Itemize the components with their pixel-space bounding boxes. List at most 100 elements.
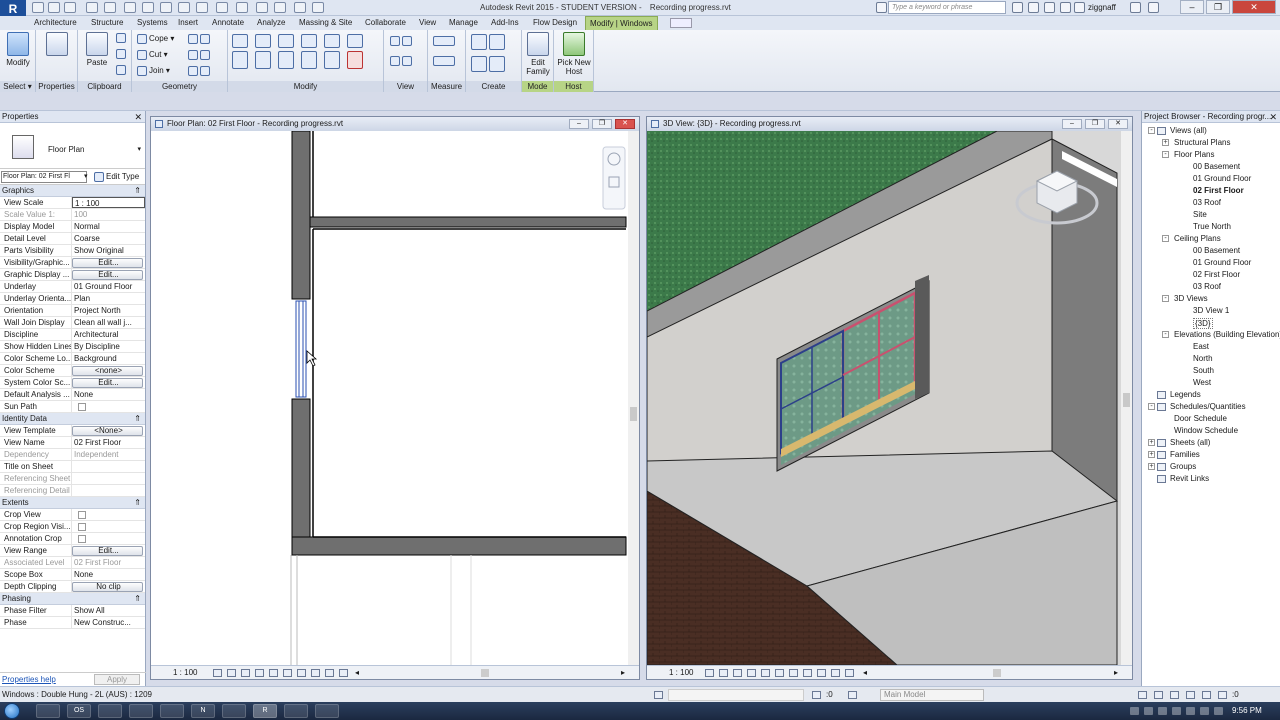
browser-item[interactable]: 03 Roof <box>1193 198 1221 207</box>
highlight-icon[interactable] <box>845 669 854 677</box>
collapse-icon[interactable]: - <box>1162 331 1169 338</box>
select-pinned-icon[interactable] <box>1170 691 1179 699</box>
pick-new-host-button[interactable]: Pick New Host <box>557 32 591 76</box>
browser-item[interactable]: 01 Ground Floor <box>1193 174 1251 183</box>
instance-selector[interactable]: Floor Plan: 02 First Fl <box>1 171 87 183</box>
property-value[interactable]: None <box>72 389 145 400</box>
navigation-bar[interactable] <box>602 146 626 210</box>
measure-distance-icon[interactable] <box>433 36 457 46</box>
delete-icon[interactable] <box>347 51 363 69</box>
property-value[interactable]: None <box>72 569 145 580</box>
tray-wifi-icon[interactable] <box>1186 707 1195 715</box>
collapse-icon[interactable]: - <box>1148 403 1155 410</box>
property-value[interactable] <box>72 521 145 532</box>
browser-item[interactable]: Schedules/Quantities <box>1170 402 1246 411</box>
restore-button[interactable]: ❐ <box>1206 0 1230 14</box>
copy-element-icon[interactable] <box>255 51 271 69</box>
chrome-icon[interactable] <box>129 704 153 718</box>
analytical-model-icon[interactable] <box>325 669 334 677</box>
workset-dropdown[interactable] <box>668 689 804 701</box>
collapse-icon[interactable]: ⇑ <box>134 413 141 425</box>
property-edit-button[interactable]: Edit... <box>72 378 143 388</box>
property-edit-button[interactable]: No clip <box>72 582 143 592</box>
rotate-icon[interactable] <box>278 51 294 69</box>
edit-type-button[interactable]: Edit Type <box>94 172 139 182</box>
pdf-icon[interactable] <box>315 704 339 718</box>
cut-icon[interactable] <box>116 33 128 43</box>
tab-insert[interactable]: Insert <box>174 16 202 30</box>
property-value[interactable]: New Construc... <box>72 617 145 628</box>
properties-section-header[interactable]: Extents ⇑ <box>0 497 145 509</box>
cut-geometry-button[interactable]: Cut ▾ <box>137 50 168 60</box>
3d-view-window[interactable]: 3D View: {3D} - Recording progress.rvt –… <box>646 116 1133 680</box>
cope-button[interactable]: Cope ▾ <box>137 34 174 44</box>
close-hidden-icon[interactable] <box>274 2 286 13</box>
browser-icon[interactable] <box>160 704 184 718</box>
files-icon[interactable] <box>284 704 308 718</box>
minimize-button[interactable]: – <box>1180 0 1204 14</box>
property-value[interactable] <box>72 401 145 412</box>
browser-item[interactable]: 02 First Floor <box>1193 270 1240 279</box>
shadows-icon[interactable] <box>747 669 756 677</box>
property-value[interactable]: 1 : 100 <box>72 197 145 208</box>
browser-item[interactable]: Revit Links <box>1170 474 1209 483</box>
tab-options-icon[interactable] <box>670 18 692 28</box>
browser-item[interactable]: Groups <box>1170 462 1196 471</box>
tab-architecture[interactable]: Architecture <box>30 16 81 30</box>
browser-item[interactable]: {3D} <box>1193 318 1213 329</box>
horizontal-scroll-thumb[interactable] <box>481 669 489 677</box>
properties-section-header[interactable]: Phasing ⇑ <box>0 593 145 605</box>
open-icon[interactable] <box>32 2 44 13</box>
hide-icon[interactable] <box>390 36 414 46</box>
shadows-icon[interactable] <box>255 669 264 677</box>
sync-icon[interactable] <box>64 2 76 13</box>
floor-plan-window[interactable]: Floor Plan: 02 First Floor - Recording p… <box>150 116 640 680</box>
3d-view-scale[interactable]: 1 : 100 <box>669 668 693 677</box>
minimize-view-button[interactable]: – <box>569 119 589 129</box>
explorer-icon[interactable] <box>36 704 60 718</box>
sun-path-icon[interactable] <box>241 669 250 677</box>
browser-item[interactable]: Site <box>1193 210 1207 219</box>
pin-icon[interactable] <box>347 34 363 48</box>
3d-view-canvas[interactable] <box>647 131 1132 665</box>
outlook-icon[interactable]: OS <box>67 704 91 718</box>
property-edit-button[interactable]: Edit... <box>72 546 143 556</box>
browser-item[interactable]: West <box>1193 378 1211 387</box>
checkbox[interactable] <box>78 522 86 531</box>
measure-icon[interactable] <box>142 2 154 13</box>
visual-style-icon[interactable] <box>227 669 236 677</box>
close-view-button[interactable]: ✕ <box>1108 119 1128 129</box>
properties-help-link[interactable]: Properties help <box>2 675 56 684</box>
scroll-left-icon[interactable]: ◂ <box>355 666 359 679</box>
drag-elements-icon[interactable] <box>1202 691 1211 699</box>
search-input[interactable]: Type a keyword or phrase <box>888 1 1006 14</box>
aligned-dimension-icon[interactable] <box>433 56 457 66</box>
browser-item[interactable]: Ceiling Plans <box>1174 234 1221 243</box>
worksets-icon[interactable] <box>654 691 663 699</box>
qat-dropdown-icon[interactable] <box>312 2 324 13</box>
help-icon[interactable] <box>1148 2 1159 13</box>
expand-icon[interactable]: + <box>1148 439 1155 446</box>
tab-systems[interactable]: Systems <box>133 16 172 30</box>
properties-section-header[interactable]: Identity Data ⇑ <box>0 413 145 425</box>
scroll-right-icon[interactable]: ▸ <box>621 666 625 679</box>
clock[interactable]: 9:56 PM <box>1232 706 1262 715</box>
align-icon[interactable] <box>232 34 248 48</box>
paint-icon[interactable] <box>188 66 212 76</box>
floor-plan-scale[interactable]: 1 : 100 <box>173 668 197 677</box>
property-edit-button[interactable]: <None> <box>72 426 143 436</box>
tray-flag-icon[interactable] <box>1130 707 1139 715</box>
thin-lines-icon[interactable] <box>256 2 268 13</box>
dimension-icon[interactable] <box>160 2 172 13</box>
close-button[interactable]: ✕ <box>1232 0 1276 14</box>
property-value[interactable]: 02 First Floor <box>72 437 145 448</box>
browser-item[interactable]: 01 Ground Floor <box>1193 258 1251 267</box>
detail-level-icon[interactable] <box>705 669 714 677</box>
tray-network-icon[interactable] <box>1144 707 1153 715</box>
sun-path-icon[interactable] <box>733 669 742 677</box>
crop-view-icon[interactable] <box>269 669 278 677</box>
select-group-label[interactable]: Select ▾ <box>0 81 35 92</box>
collapse-icon[interactable]: ⇑ <box>134 185 141 197</box>
tray-sync-icon[interactable] <box>1172 707 1181 715</box>
browser-item[interactable]: Window Schedule <box>1174 426 1238 435</box>
